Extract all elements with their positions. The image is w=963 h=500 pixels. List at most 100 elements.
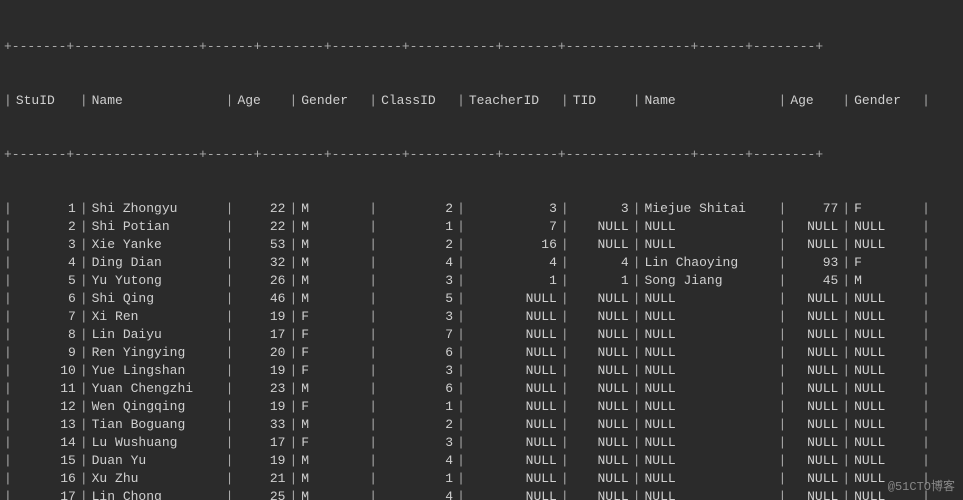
cell: 2 — [12, 218, 80, 236]
cell: M — [297, 290, 369, 308]
cell: 3 — [377, 362, 457, 380]
cell: NULL — [569, 236, 633, 254]
cell: 4 — [377, 488, 457, 500]
cell: NULL — [569, 470, 633, 488]
cell: NULL — [786, 290, 842, 308]
table-row: |17|Lin Chong|25|M|4|NULL|NULL|NULL|NULL… — [4, 488, 959, 500]
cell: NULL — [641, 434, 779, 452]
cell: Ding Dian — [88, 254, 226, 272]
cell: Miejue Shitai — [641, 200, 779, 218]
cell: NULL — [641, 236, 779, 254]
sql-result-table: +-------+----------------+------+-------… — [0, 0, 963, 500]
cell: NULL — [465, 344, 561, 362]
cell: Wen Qingqing — [88, 398, 226, 416]
cell: M — [297, 470, 369, 488]
cell: 19 — [233, 362, 289, 380]
col-header: Gender — [297, 92, 369, 110]
cell: 13 — [12, 416, 80, 434]
cell: 12 — [12, 398, 80, 416]
cell: NULL — [641, 362, 779, 380]
table-row: |12|Wen Qingqing|19|F|1|NULL|NULL|NULL|N… — [4, 398, 959, 416]
cell: 5 — [377, 290, 457, 308]
cell: 22 — [233, 200, 289, 218]
cell: NULL — [850, 308, 922, 326]
cell: NULL — [465, 452, 561, 470]
table-row: |14|Lu Wushuang|17|F|3|NULL|NULL|NULL|NU… — [4, 434, 959, 452]
cell: NULL — [569, 434, 633, 452]
col-header: TeacherID — [465, 92, 561, 110]
cell: Shi Qing — [88, 290, 226, 308]
cell: Xi Ren — [88, 308, 226, 326]
cell: NULL — [569, 218, 633, 236]
cell: NULL — [850, 218, 922, 236]
cell: M — [297, 254, 369, 272]
cell: NULL — [465, 488, 561, 500]
cell: 45 — [786, 272, 842, 290]
cell: 2 — [377, 236, 457, 254]
cell: 7 — [12, 308, 80, 326]
cell: NULL — [641, 290, 779, 308]
cell: NULL — [569, 362, 633, 380]
cell: Song Jiang — [641, 272, 779, 290]
cell: NULL — [569, 416, 633, 434]
cell: 2 — [377, 200, 457, 218]
cell: NULL — [569, 308, 633, 326]
cell: NULL — [641, 488, 779, 500]
cell: NULL — [641, 398, 779, 416]
cell: 1 — [12, 200, 80, 218]
cell: 3 — [377, 272, 457, 290]
cell: 4 — [569, 254, 633, 272]
cell: 1 — [569, 272, 633, 290]
cell: M — [297, 200, 369, 218]
cell: 19 — [233, 452, 289, 470]
cell: NULL — [786, 398, 842, 416]
table-row: |5|Yu Yutong|26|M|3|1|1|Song Jiang|45|M| — [4, 272, 959, 290]
cell: 17 — [233, 434, 289, 452]
cell: 3 — [377, 434, 457, 452]
cell: NULL — [641, 380, 779, 398]
cell: M — [850, 272, 922, 290]
cell: NULL — [850, 452, 922, 470]
cell: NULL — [641, 344, 779, 362]
cell: Shi Zhongyu — [88, 200, 226, 218]
cell: NULL — [465, 290, 561, 308]
cell: Yuan Chengzhi — [88, 380, 226, 398]
cell: NULL — [786, 380, 842, 398]
table-row: |11|Yuan Chengzhi|23|M|6|NULL|NULL|NULL|… — [4, 380, 959, 398]
cell: NULL — [569, 452, 633, 470]
cell: F — [297, 362, 369, 380]
cell: M — [297, 488, 369, 500]
cell: NULL — [850, 416, 922, 434]
cell: M — [297, 236, 369, 254]
col-header: Age — [786, 92, 842, 110]
cell: NULL — [850, 362, 922, 380]
cell: F — [850, 200, 922, 218]
cell: 4 — [465, 254, 561, 272]
cell: F — [297, 398, 369, 416]
table-row: |16|Xu Zhu|21|M|1|NULL|NULL|NULL|NULL|NU… — [4, 470, 959, 488]
cell: NULL — [786, 470, 842, 488]
table-row: |1|Shi Zhongyu|22|M|2|3|3|Miejue Shitai|… — [4, 200, 959, 218]
cell: NULL — [465, 416, 561, 434]
cell: Yu Yutong — [88, 272, 226, 290]
cell: F — [297, 434, 369, 452]
table-row: |3|Xie Yanke|53|M|2|16|NULL|NULL|NULL|NU… — [4, 236, 959, 254]
cell: NULL — [850, 236, 922, 254]
cell: 3 — [465, 200, 561, 218]
table-row: |13|Tian Boguang|33|M|2|NULL|NULL|NULL|N… — [4, 416, 959, 434]
cell: NULL — [850, 434, 922, 452]
cell: Yue Lingshan — [88, 362, 226, 380]
cell: 46 — [233, 290, 289, 308]
cell: 10 — [12, 362, 80, 380]
cell: NULL — [641, 416, 779, 434]
cell: 33 — [233, 416, 289, 434]
cell: 25 — [233, 488, 289, 500]
cell: NULL — [786, 362, 842, 380]
cell: 8 — [12, 326, 80, 344]
cell: 3 — [377, 308, 457, 326]
cell: NULL — [786, 236, 842, 254]
cell: Xie Yanke — [88, 236, 226, 254]
cell: 19 — [233, 308, 289, 326]
cell: Lu Wushuang — [88, 434, 226, 452]
cell: Lin Chaoying — [641, 254, 779, 272]
